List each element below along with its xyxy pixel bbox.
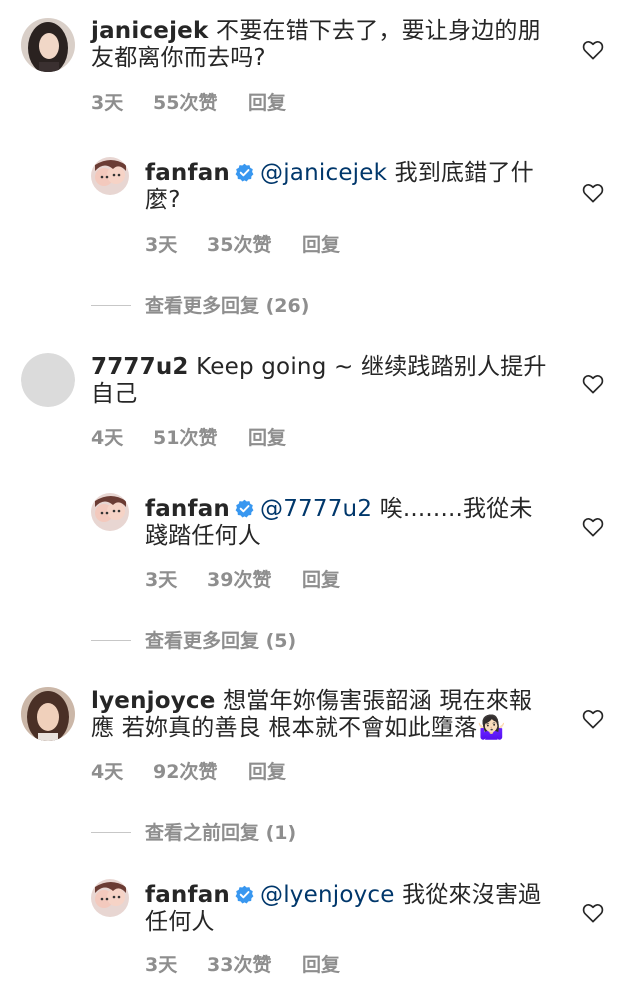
username-link[interactable]: fanfan	[145, 882, 230, 908]
avatar-fanfan[interactable]	[91, 879, 129, 917]
reply-likes[interactable]: 33次赞	[207, 950, 302, 977]
divider	[91, 640, 131, 641]
like-heart-icon[interactable]	[582, 40, 604, 60]
username-link[interactable]: 7777u2	[91, 354, 189, 380]
mention-link[interactable]: @7777u2	[260, 496, 372, 522]
reply-text: fanfan @7777u2 唉........我從未踐踏任何人	[145, 496, 545, 550]
reply-time: 3天	[145, 954, 178, 976]
reply-button[interactable]: 回复	[248, 423, 286, 450]
mention-link[interactable]: @lyenjoyce	[260, 882, 395, 908]
divider	[91, 305, 131, 306]
reply-time: 3天	[145, 569, 178, 591]
reply-button[interactable]: 回复	[302, 950, 340, 977]
comment-meta: 4天 92次赞 回复	[91, 757, 286, 784]
comment-text: 7777u2 Keep going ~ 继续践踏别人提升自己	[91, 354, 551, 408]
comment-likes[interactable]: 51次赞	[153, 423, 248, 450]
comment-likes[interactable]: 55次赞	[153, 88, 248, 115]
like-heart-icon[interactable]	[582, 709, 604, 729]
reply-button[interactable]: 回复	[248, 757, 286, 784]
username-link[interactable]: fanfan	[145, 160, 230, 186]
verified-badge-icon	[235, 885, 254, 904]
reply-meta: 3天 35次赞 回复	[145, 230, 340, 257]
reply-button[interactable]: 回复	[302, 565, 340, 592]
comment-time: 3天	[91, 92, 124, 114]
view-more-label[interactable]: 查看更多回复 (26)	[145, 295, 309, 317]
view-more-replies[interactable]: 查看更多回复 (5)	[91, 626, 296, 653]
comment-meta: 3天 55次赞 回复	[91, 88, 286, 115]
avatar-lyenjoyce[interactable]	[21, 687, 75, 741]
verified-badge-icon	[235, 163, 254, 182]
like-heart-icon[interactable]	[582, 374, 604, 394]
avatar-fanfan[interactable]	[91, 157, 129, 195]
view-more-label[interactable]: 查看更多回复 (5)	[145, 630, 296, 652]
reply-text: fanfan @lyenjoyce 我從來沒害過任何人	[145, 882, 545, 936]
reply-button[interactable]: 回复	[302, 230, 340, 257]
like-heart-icon[interactable]	[582, 183, 604, 203]
comment-meta: 4天 51次赞 回复	[91, 423, 286, 450]
comment-time: 4天	[91, 427, 124, 449]
comment-text: janicejek 不要在错下去了，要让身边的朋友都离你而去吗?	[91, 18, 551, 72]
verified-badge-icon	[235, 499, 254, 518]
reply-button[interactable]: 回复	[248, 88, 286, 115]
reply-likes[interactable]: 35次赞	[207, 230, 302, 257]
view-previous-label[interactable]: 查看之前回复 (1)	[145, 822, 296, 844]
view-previous-replies[interactable]: 查看之前回复 (1)	[91, 818, 296, 845]
like-heart-icon[interactable]	[582, 517, 604, 537]
comment-likes[interactable]: 92次赞	[153, 757, 248, 784]
mention-link[interactable]: @janicejek	[260, 160, 387, 186]
username-link[interactable]: janicejek	[91, 18, 208, 44]
avatar-7777u2[interactable]	[21, 353, 75, 407]
username-link[interactable]: lyenjoyce	[91, 688, 216, 714]
username-link[interactable]: fanfan	[145, 496, 230, 522]
reply-likes[interactable]: 39次赞	[207, 565, 302, 592]
reply-time: 3天	[145, 234, 178, 256]
avatar-fanfan[interactable]	[91, 493, 129, 531]
divider	[91, 832, 131, 833]
reply-meta: 3天 39次赞 回复	[145, 565, 340, 592]
avatar-janicejek[interactable]	[21, 18, 75, 72]
like-heart-icon[interactable]	[582, 903, 604, 923]
comment-time: 4天	[91, 761, 124, 783]
reply-text: fanfan @janicejek 我到底錯了什麼?	[145, 160, 545, 214]
reply-meta: 3天 33次赞 回复	[145, 950, 340, 977]
view-more-replies[interactable]: 查看更多回复 (26)	[91, 291, 309, 318]
comment-text: lyenjoyce 想當年妳傷害張韶涵 現在來報應 若妳真的善良 根本就不會如此…	[91, 688, 551, 742]
